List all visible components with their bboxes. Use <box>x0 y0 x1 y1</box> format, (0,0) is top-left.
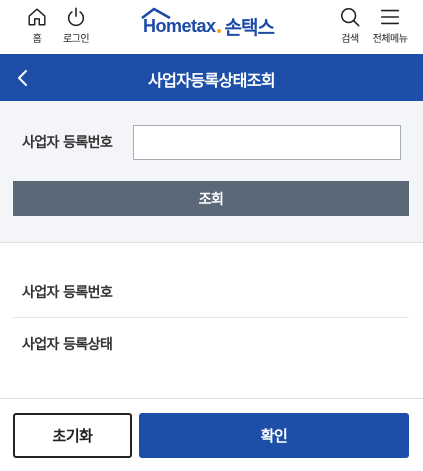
home-icon <box>28 8 46 26</box>
page-title-bar: 사업자등록상태조회 <box>0 54 423 101</box>
hamburger-menu-icon <box>380 9 400 25</box>
logo-dot <box>216 29 221 33</box>
top-header: 홈 로그인 Hometax 손택스 검색 전체메뉴 <box>0 0 423 54</box>
bottom-action-bar: 초기화 확인 <box>0 398 423 471</box>
result-row-business-number: 사업자 등록번호 <box>13 267 409 318</box>
menu-label: 전체메뉴 <box>372 34 408 45</box>
result-label: 사업자 등록번호 <box>22 285 113 301</box>
home-label: 홈 <box>32 34 42 45</box>
business-number-label: 사업자 등록번호 <box>22 135 113 151</box>
logo-hometax-text: Hometax <box>141 7 216 37</box>
business-number-input[interactable] <box>133 125 401 160</box>
hometax-logo[interactable]: Hometax 손택스 <box>141 7 275 43</box>
search-icon <box>340 7 360 27</box>
logo-roof-icon <box>141 7 171 19</box>
reset-button[interactable]: 초기화 <box>13 413 132 458</box>
search-form: 사업자 등록번호 조회 <box>0 101 423 243</box>
page-title: 사업자등록상태조회 <box>147 71 276 90</box>
power-icon <box>67 7 85 27</box>
query-button[interactable]: 조회 <box>13 181 409 216</box>
login-button[interactable]: 로그인 <box>54 6 98 46</box>
logo-home-word: Hometax <box>143 15 216 36</box>
home-button[interactable]: 홈 <box>15 6 59 46</box>
search-button[interactable]: 검색 <box>328 6 372 46</box>
login-label: 로그인 <box>62 34 90 45</box>
result-row-business-status: 사업자 등록상태 <box>13 319 409 370</box>
menu-button[interactable]: 전체메뉴 <box>368 6 412 46</box>
result-label: 사업자 등록상태 <box>22 337 113 353</box>
search-label: 검색 <box>341 34 359 45</box>
logo-sontax-text: 손택스 <box>224 16 275 39</box>
confirm-button[interactable]: 확인 <box>139 413 409 458</box>
